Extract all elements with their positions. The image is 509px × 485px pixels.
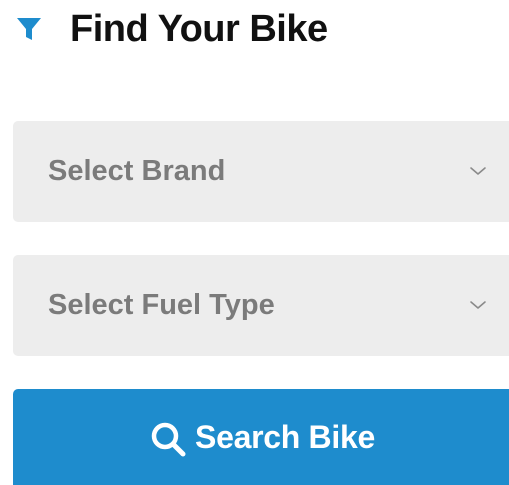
brand-select-value: Select Brand — [48, 155, 226, 187]
search-icon — [147, 418, 189, 460]
chevron-down-icon — [467, 164, 489, 178]
widget-title: Find Your Bike — [70, 8, 328, 50]
filter-icon — [14, 14, 44, 44]
fuel-type-select[interactable]: Select Fuel Type — [13, 255, 509, 356]
brand-select[interactable]: Select Brand — [13, 121, 509, 222]
widget-header: Find Your Bike — [14, 6, 328, 52]
fuel-type-select-value: Select Fuel Type — [48, 289, 275, 321]
search-bike-button[interactable]: Search Bike — [13, 389, 509, 485]
chevron-down-icon — [467, 298, 489, 312]
search-button-label: Search Bike — [195, 418, 375, 455]
